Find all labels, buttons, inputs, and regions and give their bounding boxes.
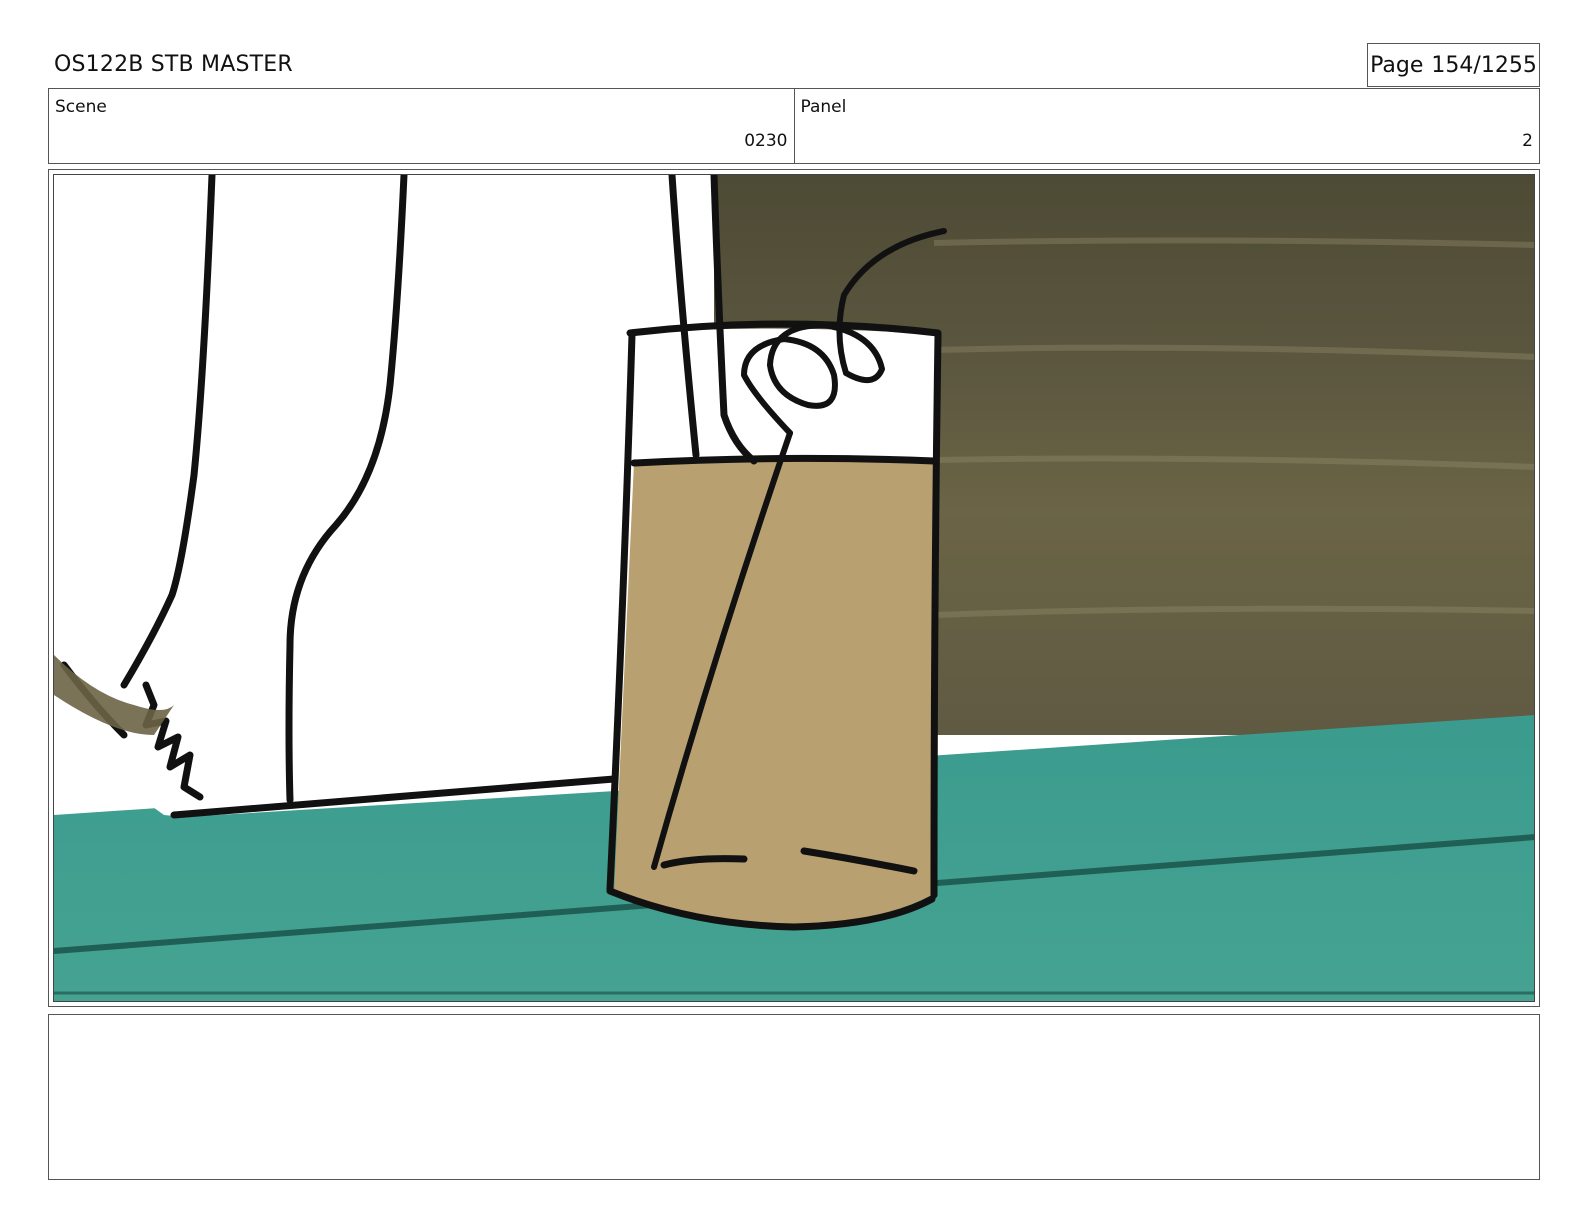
storyboard-drawing: [54, 175, 1534, 1001]
scene-panel-info-row: Scene 0230 Panel 2: [48, 88, 1540, 164]
scene-cell: Scene 0230: [49, 89, 794, 163]
storyboard-panel-frame: [48, 169, 1540, 1007]
panel-notes-box: [48, 1014, 1540, 1180]
scene-label: Scene: [55, 97, 107, 117]
storyboard-panel-image: [53, 174, 1535, 1002]
document-title: OS122B STB MASTER: [54, 52, 293, 77]
panel-cell: Panel 2: [793, 89, 1540, 163]
page-label: Page: [1370, 52, 1424, 78]
panel-label: Panel: [800, 97, 847, 117]
page-indicator: Page 154/1255: [1367, 43, 1540, 87]
panel-number: 2: [1522, 131, 1533, 151]
scene-number: 0230: [744, 131, 788, 151]
drink-liquid: [614, 458, 934, 927]
page-number: 154/1255: [1431, 52, 1537, 78]
